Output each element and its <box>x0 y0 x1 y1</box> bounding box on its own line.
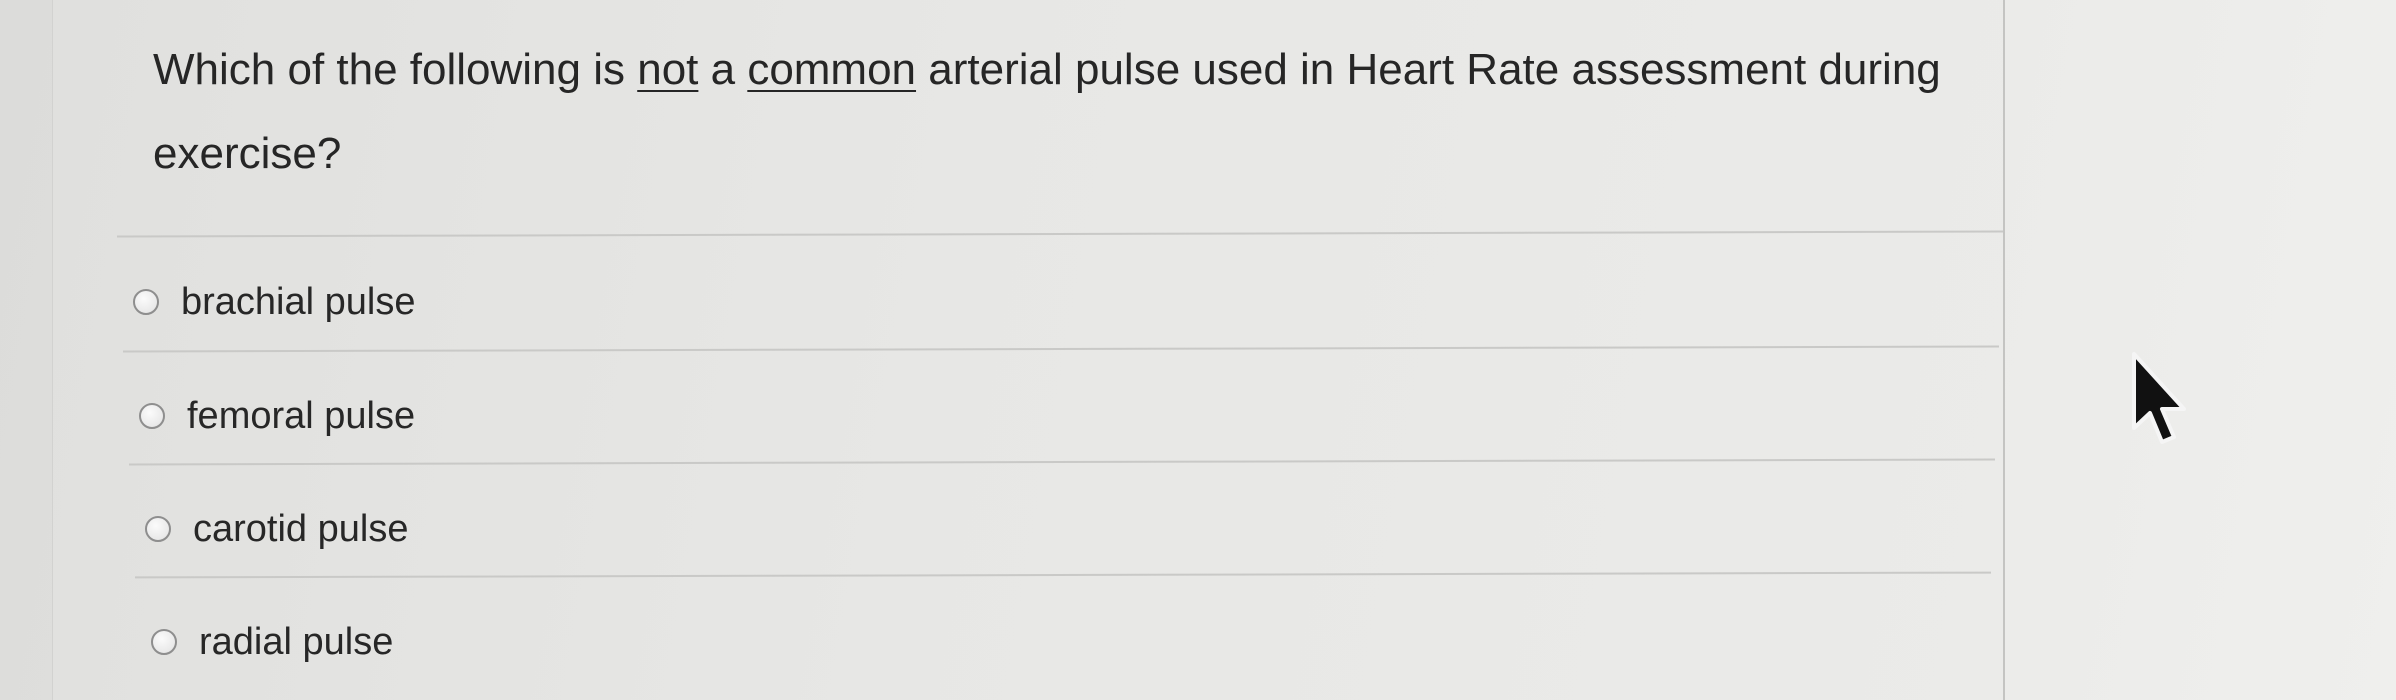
divider <box>135 571 1991 579</box>
divider <box>123 345 1999 353</box>
option-label: radial pulse <box>199 620 394 663</box>
option-label: carotid pulse <box>193 507 409 550</box>
question-emphasis-not: not <box>637 45 699 94</box>
option-radial[interactable]: radial pulse <box>151 612 393 672</box>
question-panel: Which of the following is not a common a… <box>52 0 2005 700</box>
option-label: femoral pulse <box>187 394 416 437</box>
radio-button-icon[interactable] <box>151 629 177 655</box>
option-carotid[interactable]: carotid pulse <box>145 499 408 559</box>
radio-button-icon[interactable] <box>133 289 159 315</box>
divider <box>129 458 1995 466</box>
radio-button-icon[interactable] <box>139 403 165 429</box>
option-label: brachial pulse <box>181 280 416 323</box>
arrow-cursor-icon <box>2132 352 2186 444</box>
divider <box>117 230 2003 238</box>
question-emphasis-common: common <box>747 45 917 94</box>
question-part1: Which of the following is <box>153 45 638 94</box>
option-brachial[interactable]: brachial pulse <box>133 272 415 332</box>
question-text: Which of the following is not a common a… <box>153 28 2033 196</box>
question-part2: a <box>698 45 748 94</box>
option-femoral[interactable]: femoral pulse <box>139 386 415 446</box>
radio-button-icon[interactable] <box>145 516 171 542</box>
